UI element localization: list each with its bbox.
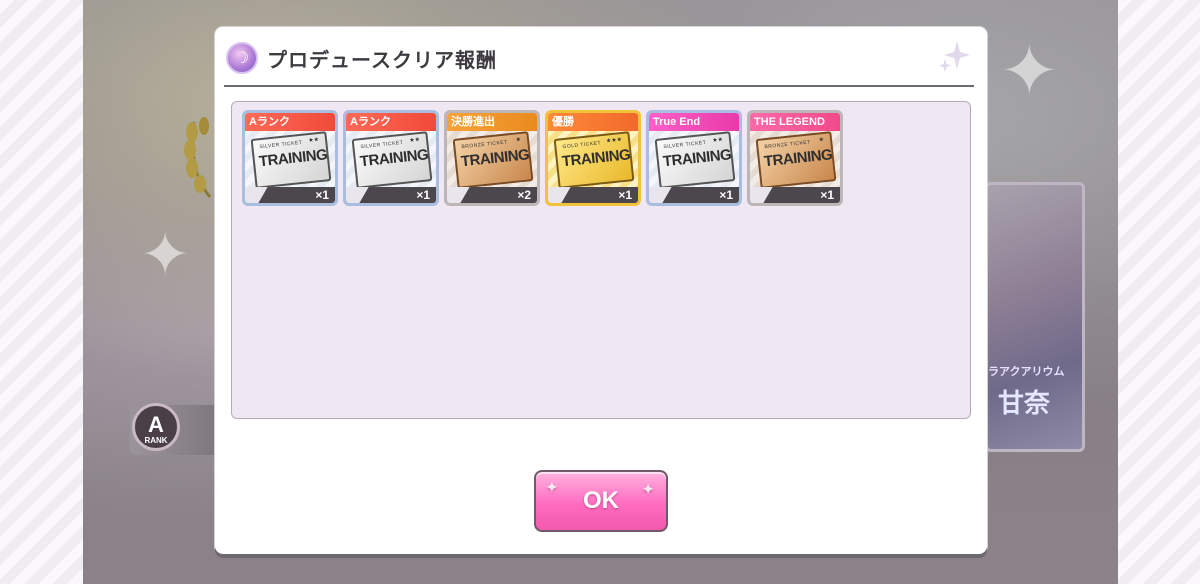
- reward-badge: True End: [649, 113, 739, 131]
- reward-badge: 決勝進出: [447, 113, 537, 131]
- reward-badge: Aランク: [346, 113, 436, 131]
- ticket-stars: ★★: [308, 136, 320, 145]
- reward-quantity: ×1: [719, 188, 733, 202]
- ticket-title: TRAINING: [359, 146, 430, 171]
- reward-quantity: ×1: [618, 188, 632, 202]
- rank-badge: A RANK: [132, 403, 180, 451]
- reward-item[interactable]: Aランク SILVER TICKET ★★ TRAINING ×1: [242, 110, 338, 206]
- ok-button[interactable]: OK ✦ ✦: [534, 470, 668, 532]
- reward-badge: Aランク: [245, 113, 335, 131]
- rank-letter: A: [148, 412, 164, 437]
- ticket-title: TRAINING: [561, 146, 632, 171]
- sparkle-icon: ✦: [546, 479, 558, 495]
- reward-badge: 優勝: [548, 113, 638, 131]
- dialog-header: ☽ プロデュースクリア報酬: [215, 27, 987, 85]
- ticket-title: TRAINING: [662, 146, 733, 171]
- left-border: [0, 0, 83, 584]
- gold-ticket-icon: GOLD TICKET ★★★ TRAINING: [553, 131, 635, 189]
- card-caption: ラアクアリウム: [988, 365, 1065, 378]
- sparkle-icon: [939, 41, 970, 72]
- rank-label: RANK: [144, 436, 168, 445]
- ticket-stars: ★: [818, 136, 825, 144]
- reward-item[interactable]: 決勝進出 BRONZE TICKET ★ TRAINING ×2: [444, 110, 540, 206]
- bronze-ticket-icon: BRONZE TICKET ★ TRAINING: [452, 131, 534, 189]
- ticket-title: TRAINING: [763, 146, 834, 171]
- ticket-title: TRAINING: [460, 146, 531, 171]
- ok-button-label: OK: [583, 487, 619, 514]
- idol-card-art: ラアクアリウム 甘奈: [985, 182, 1085, 452]
- sparkle-icon: ✦: [140, 220, 191, 290]
- ticket-stars: ★★★: [605, 136, 623, 145]
- reward-item[interactable]: THE LEGEND BRONZE TICKET ★ TRAINING ×1: [747, 110, 843, 206]
- reward-quantity: ×2: [517, 188, 531, 202]
- sparkle-icon: ✦: [1000, 30, 1059, 112]
- right-border: [1118, 0, 1200, 584]
- reward-dialog: ☽ プロデュースクリア報酬 Aランク SILVER TICKET ★★ TRAI…: [215, 27, 987, 554]
- bronze-ticket-icon: BRONZE TICKET ★ TRAINING: [755, 131, 837, 189]
- reward-list: Aランク SILVER TICKET ★★ TRAINING ×1 Aランク S…: [231, 101, 971, 419]
- ticket-stars: ★★: [712, 136, 724, 145]
- reward-icon: ☽: [226, 42, 258, 74]
- reward-quantity: ×1: [820, 188, 834, 202]
- reward-item[interactable]: Aランク SILVER TICKET ★★ TRAINING ×1: [343, 110, 439, 206]
- reward-quantity: ×1: [416, 188, 430, 202]
- dialog-title: プロデュースクリア報酬: [267, 48, 497, 72]
- header-divider: [224, 85, 974, 87]
- silver-ticket-icon: SILVER TICKET ★★ TRAINING: [250, 131, 332, 189]
- ticket-stars: ★★: [409, 136, 421, 145]
- silver-ticket-icon: SILVER TICKET ★★ TRAINING: [351, 131, 433, 189]
- laurel-icon: [184, 117, 212, 198]
- silver-ticket-icon: SILVER TICKET ★★ TRAINING: [654, 131, 736, 189]
- reward-quantity: ×1: [315, 188, 329, 202]
- ticket-title: TRAINING: [258, 146, 329, 171]
- sparkle-icon: ✦: [642, 481, 654, 497]
- reward-item[interactable]: True End SILVER TICKET ★★ TRAINING ×1: [646, 110, 742, 206]
- reward-badge: THE LEGEND: [750, 113, 840, 131]
- ticket-stars: ★: [515, 136, 522, 144]
- card-name: 甘奈: [998, 389, 1051, 419]
- reward-item[interactable]: 優勝 GOLD TICKET ★★★ TRAINING ×1: [545, 110, 641, 206]
